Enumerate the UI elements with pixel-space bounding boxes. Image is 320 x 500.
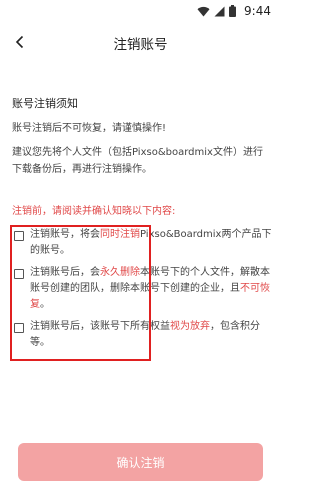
notice-title: 账号注销须知 [12, 97, 78, 110]
signal-icon [214, 6, 225, 16]
notice-paragraph-2: 建议您先将个人文件（包括Pixso&boardmix文件）进行下载备份后，再进行… [12, 147, 263, 175]
agreement-item: 注销账号后，该账号下所有权益视为放弃，包含积分等。 [12, 319, 274, 351]
agreement-item: 注销账号，将会同时注销Pixso&Boardmix两个产品下的账号。 [12, 227, 274, 259]
agreement-item: 注销账号后，会永久删除本账号下的个人文件，解散本账号创建的团队，删除本账号下创建… [12, 265, 274, 313]
warning-text: 注销前，请阅读并确认知晓以下内容: [12, 206, 176, 217]
status-time: 9:44 [244, 4, 271, 18]
agreement-text: 注销账号后，该账号下所有权益视为放弃，包含积分等。 [30, 321, 260, 348]
confirm-deactivate-button[interactable]: 确认注销 [18, 443, 263, 481]
status-bar: 9:44 [0, 0, 281, 22]
agreement-text: 注销账号后，会永久删除本账号下的个人文件，解散本账号创建的团队，删除本账号下创建… [30, 267, 270, 310]
page-title: 注销账号 [113, 37, 168, 53]
agreement-checkbox[interactable] [14, 231, 24, 241]
notice-section: 账号注销须知 [12, 95, 272, 111]
battery-icon [229, 5, 237, 17]
status-icons: 9:44 [197, 3, 271, 19]
nav-bar: 注销账号 [0, 22, 281, 62]
agreement-list: 注销账号，将会同时注销Pixso&Boardmix两个产品下的账号。 注销账号后… [12, 227, 274, 357]
agreement-text: 注销账号，将会同时注销Pixso&Boardmix两个产品下的账号。 [30, 229, 272, 256]
wifi-icon [197, 6, 210, 17]
agreement-checkbox[interactable] [14, 269, 24, 279]
agreement-checkbox[interactable] [14, 323, 24, 333]
notice-paragraph-1: 账号注销后不可恢复，请谨慎操作! [12, 123, 167, 134]
